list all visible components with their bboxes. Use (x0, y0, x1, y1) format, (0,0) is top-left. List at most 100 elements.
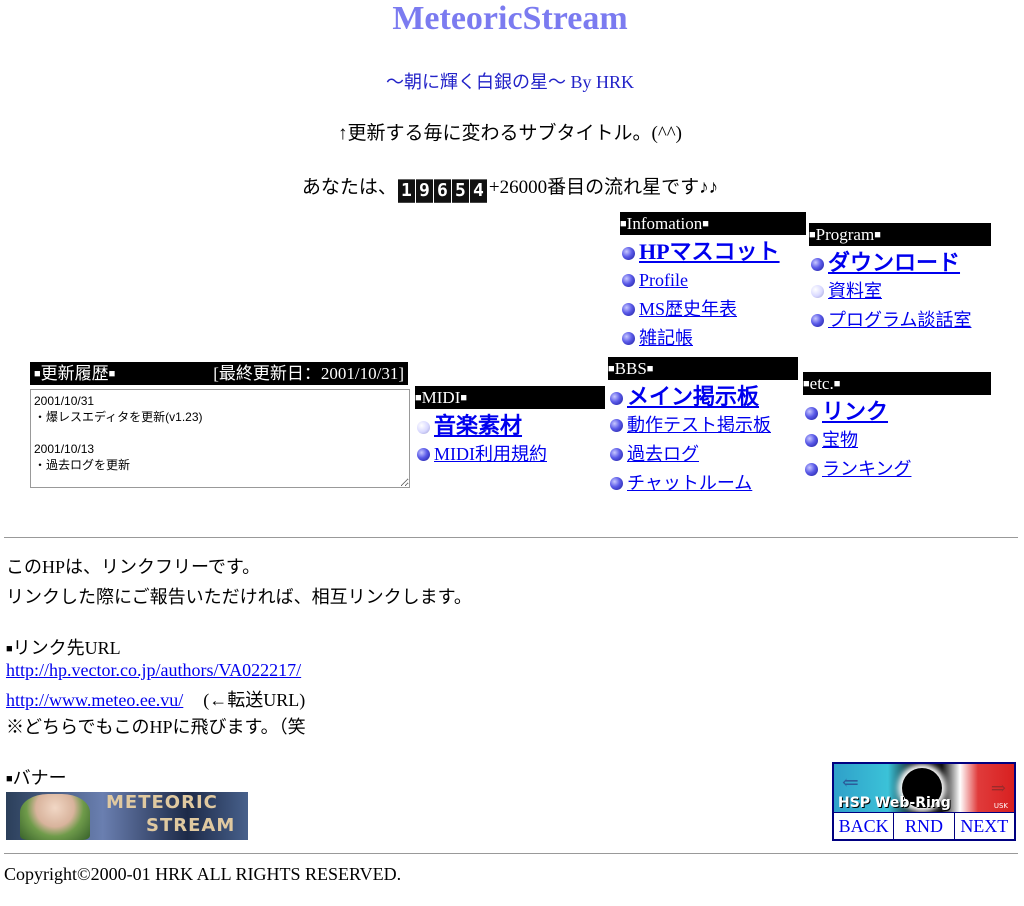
menu-item-ms-history[interactable]: MS歴史年表 (620, 295, 806, 324)
menu-item-hp-mascot[interactable]: HPマスコット (620, 237, 806, 266)
webring-logo[interactable]: ⇐ ⇒ HSP Web-Ring USK (832, 762, 1016, 813)
menu-item-label: MS歴史年表 (639, 299, 738, 319)
black-square-icon: ■ (34, 368, 41, 380)
menu-item-label: ダウンロード (828, 250, 961, 275)
menu-item-midi-terms[interactable]: MIDI利用規約 (415, 440, 605, 469)
menu-item-treasures[interactable]: 宝物 (803, 426, 991, 455)
blue-sphere-icon (811, 314, 824, 327)
menu-item-label: 音楽素材 (434, 413, 523, 438)
bbs-header-label: BBS (614, 359, 647, 378)
black-square-icon: ■ (833, 378, 841, 390)
menu-item-program-talk[interactable]: プログラム談話室 (809, 306, 991, 335)
program-section: ■Program■ ダウンロード 資料室 プログラム談話室 (809, 223, 991, 335)
both-urls-note: ※どちらでもこのHPに飛びます。（笑 (6, 717, 306, 737)
menu-item-label: MIDI利用規約 (434, 444, 547, 464)
left-arrow-icon: ⇐ (842, 772, 859, 794)
menu-item-label: 雑記帳 (639, 328, 693, 348)
blue-sphere-icon (805, 407, 818, 420)
menu-item-links[interactable]: リンク (803, 397, 991, 426)
menu-item-label: リンク (822, 399, 889, 424)
menu-item-label: プログラム談話室 (828, 310, 972, 330)
blue-sphere-icon (610, 477, 623, 490)
menu-item-label: 宝物 (822, 430, 858, 450)
midi-header-label: MIDI (421, 388, 461, 407)
banner-heading-label: バナー (12, 768, 67, 788)
counter-digit: 6 (433, 179, 451, 203)
update-log-textarea[interactable]: 2001/10/31 ・爆レスエディタを更新(v1.23) 2001/10/13… (30, 389, 410, 488)
pale-sphere-icon (811, 285, 824, 298)
update-log-text: 2001/10/31 ・爆レスエディタを更新(v1.23) 2001/10/13… (34, 394, 203, 472)
divider (4, 537, 1018, 538)
black-square-icon: ■ (620, 218, 627, 230)
blue-sphere-icon (805, 434, 818, 447)
blue-sphere-icon (610, 419, 623, 432)
midi-section: ■MIDI■ 音楽素材 MIDI利用規約 (415, 386, 605, 469)
link-urls-heading: ■リンク先URL (6, 634, 121, 660)
blue-sphere-icon (622, 247, 635, 260)
counter-digit: 4 (469, 179, 487, 203)
webring-random-link[interactable]: RND (894, 813, 955, 839)
mutual-link-notice: リンクした際にご報告いただければ、相互リンクします。 (6, 587, 472, 607)
black-square-icon: ■ (608, 363, 615, 375)
black-square-icon: ■ (646, 363, 654, 375)
counter-digit: 1 (397, 179, 415, 203)
bbs-header: ■BBS■ (608, 357, 798, 380)
menu-item-music-materials[interactable]: 音楽素材 (415, 411, 605, 440)
info-header-label: Infomation (626, 214, 703, 233)
site-subtitle: 〜朝に輝く白銀の星〜 By HRK (385, 72, 634, 92)
menu-item-label: Profile (639, 270, 688, 290)
vector-url-link[interactable]: http://hp.vector.co.jp/authors/VA022217/ (6, 660, 301, 680)
menu-item-download[interactable]: ダウンロード (809, 248, 991, 277)
info-section: ■Infomation■ HPマスコット Profile MS歴史年表 雑記帳 (620, 212, 806, 353)
right-arrow-icon: ⇒ (990, 778, 1006, 798)
black-square-icon: ■ (874, 229, 881, 241)
black-square-icon: ■ (6, 643, 13, 655)
program-header-label: Program (815, 225, 875, 244)
menu-item-label: 資料室 (828, 281, 882, 301)
counter-digit: 5 (451, 179, 469, 203)
pale-sphere-icon (417, 421, 430, 434)
site-banner[interactable]: METEORIC STREAM (6, 792, 248, 840)
visitor-counter-line: あなたは、 1 9 6 5 4 +26000番目の流れ星です♪♪ (0, 172, 1020, 203)
update-history-header: ■更新履歴■ [最終更新日：2001/10/31] (30, 362, 408, 385)
link-urls-heading-label: リンク先URL (12, 638, 121, 658)
menu-item-test-bbs[interactable]: 動作テスト掲示板 (608, 411, 798, 440)
webring-nav: BACK RND NEXT (832, 813, 1016, 841)
menu-item-chat-room[interactable]: チャットルーム (608, 469, 798, 498)
visitor-suffix: +26000番目の流れ星です♪♪ (488, 177, 719, 198)
banner-heading: ■バナー (6, 764, 67, 790)
menu-item-label: ランキング (822, 459, 912, 479)
banner-character-image (20, 794, 90, 840)
etc-header: ■etc.■ (803, 372, 991, 395)
menu-item-label: 動作テスト掲示板 (627, 415, 771, 435)
menu-item-resources[interactable]: 資料室 (809, 277, 991, 306)
menu-item-past-logs[interactable]: 過去ログ (608, 440, 798, 469)
menu-item-ranking[interactable]: ランキング (803, 455, 991, 484)
banner-text-line2: STREAM (146, 815, 236, 836)
webring-back-link[interactable]: BACK (834, 813, 895, 839)
banner-text-line1: METEORIC (106, 792, 218, 813)
blue-sphere-icon (622, 332, 635, 345)
update-history-title: ■更新履歴■ (34, 362, 115, 385)
hit-counter: 19654 (397, 179, 488, 203)
menu-item-label: チャットルーム (627, 473, 753, 493)
black-square-icon: ■ (108, 368, 116, 380)
link-free-notice: このHPは、リンクフリーです。 (6, 557, 261, 577)
menu-item-profile[interactable]: Profile (620, 266, 806, 295)
menu-item-notebook[interactable]: 雑記帳 (620, 324, 806, 353)
meteo-url-link[interactable]: http://www.meteo.ee.vu/ (6, 690, 183, 710)
webring-logo-text: HSP Web-Ring (838, 795, 951, 811)
etc-header-label: etc. (809, 374, 834, 393)
bbs-section: ■BBS■ メイン掲示板 動作テスト掲示板 過去ログ チャットルーム (608, 357, 798, 498)
menu-item-main-bbs[interactable]: メイン掲示板 (608, 382, 798, 411)
divider (4, 853, 1018, 854)
webring-next-link[interactable]: NEXT (955, 813, 1014, 839)
black-square-icon: ■ (460, 392, 468, 404)
visitor-prefix: あなたは、 (301, 177, 397, 198)
hsp-webring: ⇐ ⇒ HSP Web-Ring USK BACK RND NEXT (832, 762, 1016, 841)
blue-sphere-icon (805, 463, 818, 476)
black-square-icon: ■ (6, 773, 13, 785)
black-square-icon: ■ (803, 378, 810, 390)
blue-sphere-icon (622, 274, 635, 287)
copyright: Copyright©2000-01 HRK ALL RIGHTS RESERVE… (4, 864, 402, 884)
